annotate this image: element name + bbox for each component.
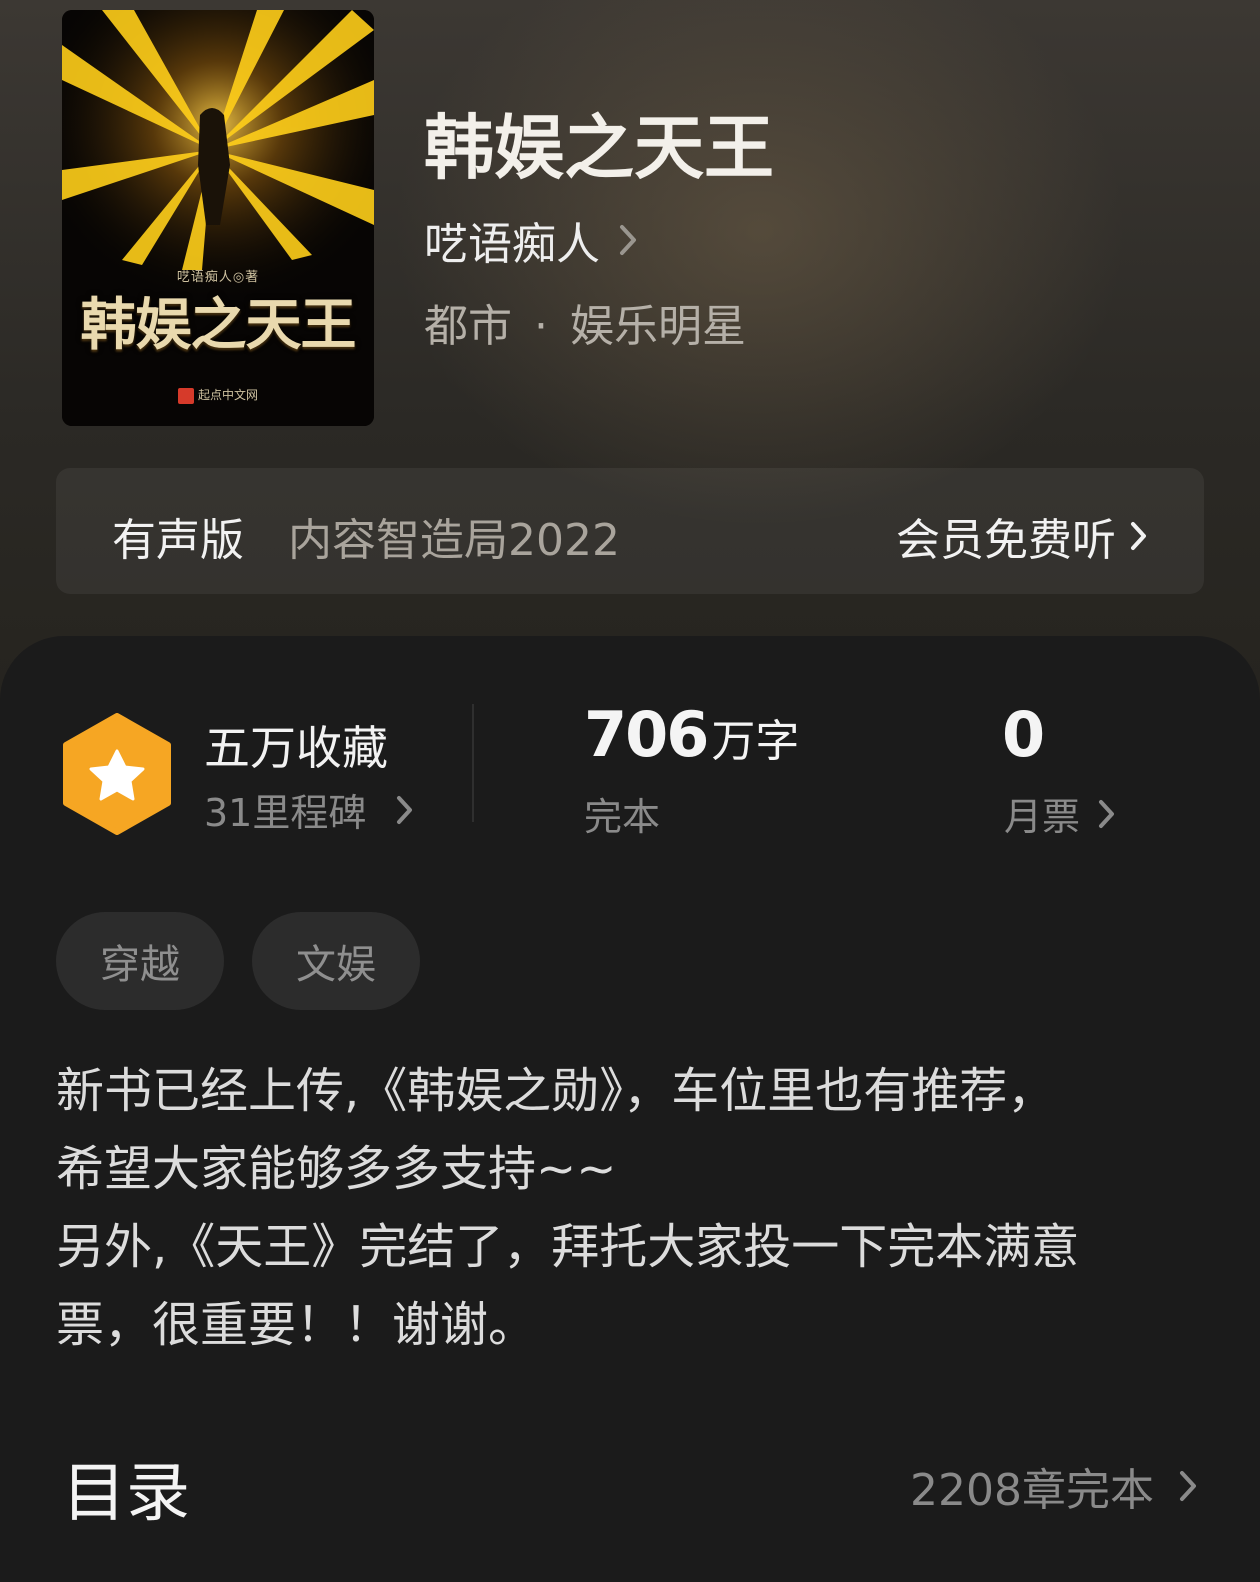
cover-art xyxy=(62,10,374,426)
word-count: 706万字 xyxy=(584,698,799,771)
chevron-right-icon xyxy=(1180,1471,1196,1501)
cover-publisher: 起点中文网 xyxy=(62,386,374,404)
author-link[interactable]: 呓语痴人 xyxy=(424,208,638,272)
subgenre: 娱乐明星 xyxy=(570,301,746,352)
chevron-right-icon xyxy=(397,795,413,824)
description-line: 票，很重要！！谢谢。 xyxy=(56,1297,537,1353)
tag-chip[interactable]: 穿越 xyxy=(56,912,224,1010)
tag-chip[interactable]: 文娱 xyxy=(252,912,420,1010)
description-line: 希望大家能够多多支持~~ xyxy=(56,1141,617,1197)
stats-divider xyxy=(472,704,474,822)
book-cover[interactable]: 呓语痴人◎著 韩娱之天王 起点中文网 xyxy=(62,10,374,426)
member-free-listen-button[interactable]: 会员免费听 xyxy=(896,504,1148,568)
chevron-right-icon xyxy=(1099,799,1115,828)
audio-narrator: 内容智造局2022 xyxy=(288,515,620,566)
publisher-logo-icon xyxy=(177,387,194,404)
cover-publisher-name: 起点中文网 xyxy=(197,388,258,402)
chevron-right-icon xyxy=(1131,522,1146,550)
monthly-votes-label: 月票 xyxy=(1004,795,1081,839)
description-line: 新书已经上传,《韩娱之勋》，车位里也有推荐， xyxy=(56,1063,1056,1119)
author-name: 呓语痴人 xyxy=(424,219,600,270)
book-status: 完本 xyxy=(584,795,661,839)
word-count-unit: 万字 xyxy=(711,716,800,767)
word-count-value: 706 xyxy=(584,698,709,771)
favorites-title: 五万收藏 xyxy=(204,721,388,775)
milestones-label: 31里程碑 xyxy=(204,791,367,835)
audio-version-bar[interactable]: 有声版 内容智造局2022 会员免费听 xyxy=(56,468,1204,594)
genre-row: 都市 · 娱乐明星 xyxy=(424,290,746,354)
description-line: 另外,《天王》完结了，拜托大家投一下完本满意 xyxy=(56,1219,1080,1275)
milestones-link[interactable]: 31里程碑 xyxy=(204,782,414,837)
toc-title: 目录 xyxy=(62,1457,190,1531)
audio-label: 有声版 xyxy=(112,515,244,566)
book-description[interactable]: 新书已经上传,《韩娱之勋》，车位里也有推荐， 希望大家能够多多支持~~ 另外,《… xyxy=(56,1052,1206,1364)
star-badge-icon xyxy=(63,713,171,835)
toc-link[interactable]: 2208章完本 xyxy=(910,1454,1198,1518)
chevron-right-icon xyxy=(620,225,636,255)
monthly-votes-link[interactable]: 月票 xyxy=(1004,786,1116,841)
book-title: 韩娱之天王 xyxy=(424,106,774,189)
genre: 都市 xyxy=(424,301,512,352)
monthly-votes-count: 0 xyxy=(1002,698,1046,771)
detail-sheet: 五万收藏 31里程碑 706万字 完本 0 月票 穿越 文娱 新书已经上传,《韩… xyxy=(0,636,1260,1582)
genre-separator: · xyxy=(534,301,548,352)
toc-chapter-count: 2208章完本 xyxy=(910,1465,1154,1516)
audio-cta-label: 会员免费听 xyxy=(896,515,1116,566)
cover-title: 韩娱之天王 xyxy=(80,292,357,358)
